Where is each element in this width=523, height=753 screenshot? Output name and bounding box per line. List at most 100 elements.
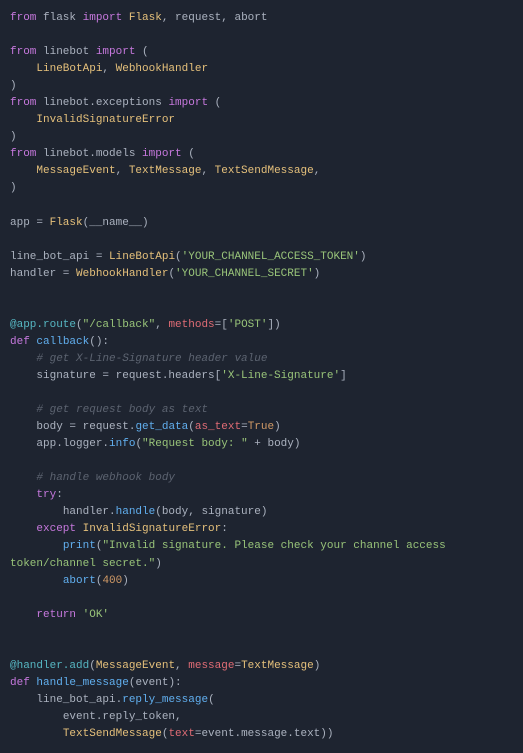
token-str: 'YOUR_CHANNEL_SECRET' <box>175 268 314 280</box>
token-call: reply_message <box>122 694 208 706</box>
code-line: ) <box>10 180 513 197</box>
token-kw: from <box>10 148 36 160</box>
token-cls: MessageEvent <box>36 165 115 177</box>
token-cls: InvalidSignatureError <box>83 523 222 535</box>
token-op: ) <box>314 660 321 672</box>
token-op: ) <box>10 131 17 143</box>
code-line: MessageEvent, TextMessage, TextSendMessa… <box>10 163 513 180</box>
token-op <box>10 523 36 535</box>
token-op: (body, signature) <box>155 506 267 518</box>
token-op: app = <box>10 217 50 229</box>
code-line: line_bot_api = LineBotApi('YOUR_CHANNEL_… <box>10 249 513 266</box>
token-op: ] <box>340 370 347 382</box>
token-op <box>10 404 36 416</box>
token-op: ) <box>314 268 321 280</box>
code-line: try: <box>10 487 513 504</box>
token-op: linebot <box>36 46 95 58</box>
token-op: app.logger. <box>10 438 109 450</box>
token-op: (__name__) <box>83 217 149 229</box>
token-op <box>10 728 63 740</box>
token-op: line_bot_api = <box>10 251 109 263</box>
token-op: : <box>56 489 63 501</box>
token-kw: import <box>96 46 136 58</box>
token-op: ( <box>175 251 182 263</box>
token-op: ( <box>162 728 169 740</box>
token-kw: import <box>142 148 182 160</box>
code-line <box>10 453 513 470</box>
code-line <box>10 283 513 300</box>
token-cls: TextMessage <box>241 660 314 672</box>
code-line: ) <box>10 78 513 95</box>
token-kw: from <box>10 97 36 109</box>
token-op: line_bot_api. <box>10 694 122 706</box>
token-op: linebot.exceptions <box>36 97 168 109</box>
token-op: ( <box>76 319 83 331</box>
token-bool: True <box>248 421 274 433</box>
token-op: = <box>234 660 241 672</box>
token-fn: @handler.add <box>10 660 89 672</box>
token-op: , <box>102 63 115 75</box>
code-line: TextSendMessage(text=event.message.text)… <box>10 726 513 743</box>
token-kw: import <box>168 97 208 109</box>
code-line: return 'OK' <box>10 607 513 624</box>
token-op: ) <box>155 558 162 570</box>
code-block: from flask import Flask, request, abort … <box>10 10 513 743</box>
token-cls: TextSendMessage <box>215 165 314 177</box>
token-op <box>10 63 36 75</box>
code-line: # get X-Line-Signature header value <box>10 351 513 368</box>
token-op: =event.message.text)) <box>195 728 334 740</box>
code-line <box>10 300 513 317</box>
token-str: 'YOUR_CHANNEL_ACCESS_TOKEN' <box>182 251 360 263</box>
code-line: # get request body as text <box>10 402 513 419</box>
token-fn: @app.route <box>10 319 76 331</box>
token-op: =[ <box>215 319 228 331</box>
token-cls: WebhookHandler <box>76 268 168 280</box>
token-kw: def <box>10 677 30 689</box>
code-line: # handle webhook body <box>10 470 513 487</box>
token-cls: Flask <box>50 217 83 229</box>
code-line: app = Flask(__name__) <box>10 215 513 232</box>
token-op: ) <box>274 421 281 433</box>
token-op <box>122 12 129 24</box>
token-op: (event): <box>129 677 182 689</box>
token-op: handler. <box>10 506 116 518</box>
code-line: from flask import Flask, request, abort <box>10 10 513 27</box>
token-op: handler = <box>10 268 76 280</box>
token-str: 'POST' <box>228 319 268 331</box>
token-op <box>10 353 36 365</box>
token-kw: return <box>36 609 76 621</box>
code-line: line_bot_api.reply_message( <box>10 692 513 709</box>
token-op: , request, abort <box>162 12 268 24</box>
code-line: ) <box>10 129 513 146</box>
token-var: text <box>168 728 194 740</box>
token-op: ) <box>10 182 17 194</box>
token-op: body = request. <box>10 421 135 433</box>
token-str: "Request body: " <box>142 438 248 450</box>
token-op: , <box>116 165 129 177</box>
token-cls: TextSendMessage <box>63 728 162 740</box>
token-op: = <box>241 421 248 433</box>
code-line: handler.handle(body, signature) <box>10 504 513 521</box>
token-op <box>10 114 36 126</box>
code-line <box>10 624 513 641</box>
token-op: ( <box>89 660 96 672</box>
token-op <box>76 609 83 621</box>
token-cls: WebhookHandler <box>116 63 208 75</box>
token-op: : <box>221 523 228 535</box>
token-op: ( <box>182 148 195 160</box>
token-op: ( <box>96 575 103 587</box>
token-op <box>10 540 63 552</box>
token-cls: TextMessage <box>129 165 202 177</box>
token-cls: LineBotApi <box>36 63 102 75</box>
token-call: print <box>63 540 96 552</box>
token-op: , <box>201 165 214 177</box>
code-line <box>10 198 513 215</box>
code-line: print("Invalid signature. Please check y… <box>10 538 513 572</box>
token-op: signature = request.headers[ <box>10 370 221 382</box>
token-call: abort <box>63 575 96 587</box>
token-cls: LineBotApi <box>109 251 175 263</box>
code-line: body = request.get_data(as_text=True) <box>10 419 513 436</box>
token-op <box>30 677 37 689</box>
token-cls: InvalidSignatureError <box>36 114 175 126</box>
token-op <box>76 523 83 535</box>
